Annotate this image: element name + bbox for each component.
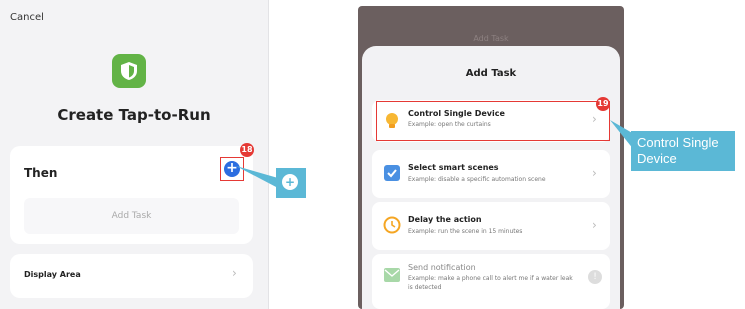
callout-right-label: Control Single Device: [631, 131, 735, 171]
task-item-send-notification[interactable]: Send notification Example: make a phone …: [372, 254, 610, 309]
step-badge: 19: [596, 97, 610, 111]
shield-logo-icon: [112, 54, 146, 88]
callout-left-pointer: [236, 166, 278, 188]
step-badge: 18: [240, 143, 254, 157]
chevron-right-icon: ›: [232, 266, 237, 280]
task-item-subtitle: Example: run the scene in 15 minutes: [408, 228, 523, 235]
envelope-icon: [384, 268, 400, 282]
dimmed-header-title: Add Task: [473, 34, 509, 43]
task-item-subtitle: Example: make a phone call to alert me i…: [408, 275, 573, 291]
task-item-smart-scenes[interactable]: Select smart scenes Example: disable a s…: [372, 150, 610, 198]
page-title: Create Tap-to-Run: [57, 106, 211, 124]
display-area-row[interactable]: Display Area ›: [10, 254, 253, 298]
add-task-sheet: Add Task Control Single Device Example: …: [362, 46, 620, 309]
display-area-label: Display Area: [24, 270, 81, 279]
task-item-delay-action[interactable]: Delay the action Example: run the scene …: [372, 202, 610, 250]
clock-icon: [383, 216, 401, 234]
task-item-title: Delay the action: [408, 215, 482, 224]
control-device-highlight: [376, 101, 610, 141]
right-phone-screen: Add Task Add Task Control Single Device …: [358, 6, 624, 309]
task-item-subtitle: Example: disable a specific automation s…: [408, 176, 546, 183]
checkbox-icon: [384, 165, 400, 181]
cancel-button[interactable]: Cancel: [10, 12, 44, 23]
then-label: Then: [24, 166, 58, 180]
chevron-right-icon: ›: [592, 218, 597, 232]
plus-icon: +: [282, 174, 298, 190]
left-phone-screen: Cancel Create Tap-to-Run Then + Add Task…: [0, 0, 269, 309]
task-item-title: Send notification: [408, 263, 476, 272]
info-icon: !: [588, 270, 602, 284]
add-task-placeholder[interactable]: Add Task: [24, 198, 239, 234]
then-card: Then + Add Task: [10, 146, 253, 244]
chevron-right-icon: ›: [592, 166, 597, 180]
task-item-title: Select smart scenes: [408, 163, 499, 172]
sheet-title: Add Task: [465, 68, 517, 79]
